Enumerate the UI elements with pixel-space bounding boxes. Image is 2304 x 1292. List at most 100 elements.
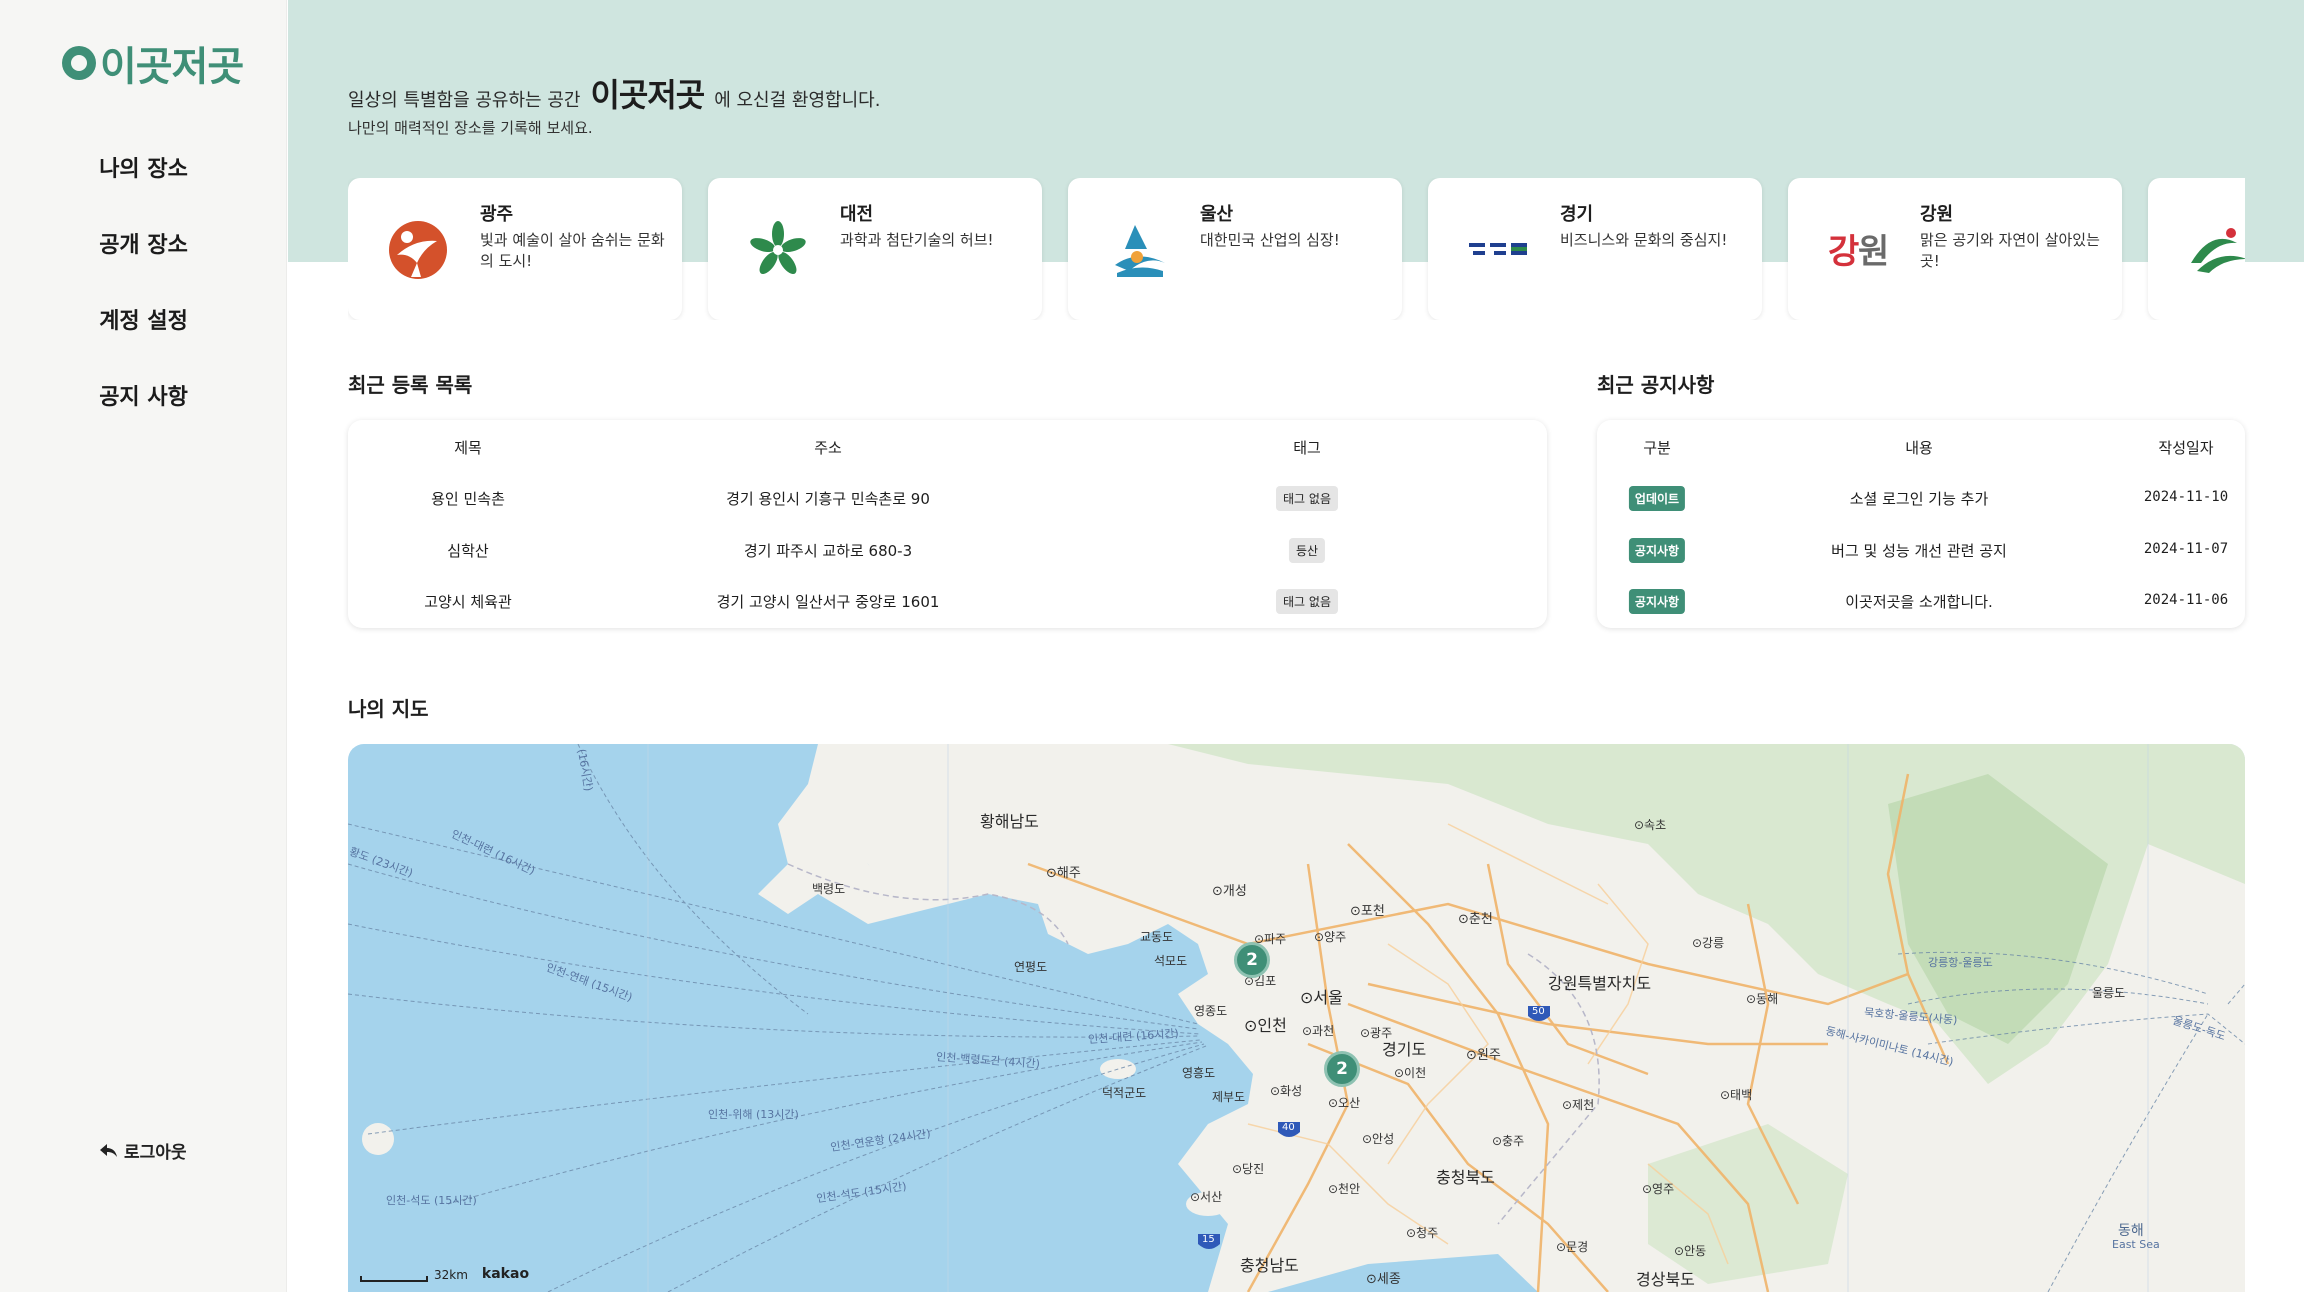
map-label-jebu: 제부도 <box>1212 1090 1246 1104</box>
map-label-sejong: ⊙세종 <box>1366 1272 1401 1287</box>
map-cluster-marker[interactable]: 2 <box>1234 942 1270 978</box>
nav-account-settings[interactable]: 계정 설정 <box>0 302 287 378</box>
region-card-next[interactable] <box>2148 178 2245 320</box>
map-label-jecheon: ⊙제천 <box>1562 1098 1595 1112</box>
map-label-chungju: ⊙충주 <box>1492 1134 1525 1148</box>
region-card-gwangju[interactable]: 광주 빛과 예술이 살아 숨쉬는 문화의 도시! <box>348 178 682 320</box>
map-route-label: 인천-위해 (13시간) <box>708 1108 799 1121</box>
recent-list-title: 최근 등록 목록 <box>348 373 473 397</box>
map-label-gangneung: ⊙강릉 <box>1692 936 1725 950</box>
notice-3-content[interactable]: 이곳저곳을 소개합니다. <box>1845 591 1993 612</box>
map-label-gaeseong: ⊙개성 <box>1212 884 1247 899</box>
region-name: 경기 <box>1560 204 1594 225</box>
row-1-title[interactable]: 용인 민속촌 <box>431 488 505 509</box>
welcome-subtitle: 나만의 매력적인 장소를 기록해 보세요. <box>348 119 593 137</box>
map-label-east-sea-en: East Sea <box>2112 1238 2160 1251</box>
map-label-chungnam: 충청남도 <box>1240 1256 1299 1275</box>
notice-2-content[interactable]: 버그 및 성능 개선 관련 공지 <box>1831 540 2007 561</box>
map-label-icheon: ⊙이천 <box>1394 1066 1427 1080</box>
map-label-deokjeok: 덕적군도 <box>1102 1086 1147 1100</box>
gangwon-emblem-icon: 강원 <box>1826 218 1890 282</box>
col-header-type: 구분 <box>1643 439 1671 457</box>
row-3-title[interactable]: 고양시 체육관 <box>424 591 512 612</box>
svg-text:강: 강 <box>1828 232 1859 272</box>
daejeon-emblem-icon <box>746 218 810 282</box>
map-label-chuncheon: ⊙춘천 <box>1458 912 1493 927</box>
region-name: 울산 <box>1200 204 1234 225</box>
map-label-dangjin: ⊙당진 <box>1232 1162 1265 1176</box>
region-name: 강원 <box>1920 204 1954 225</box>
notice-1-type: 업데이트 <box>1628 486 1686 511</box>
notices-table: 구분 내용 작성일자 업데이트 소셜 로그인 기능 추가 2024-11-10 … <box>1597 420 2245 628</box>
gyeonggi-emblem-icon <box>1466 218 1530 282</box>
map-cluster-marker[interactable]: 2 <box>1324 1051 1360 1087</box>
map-label-incheon: ⊙인천 <box>1244 1016 1287 1035</box>
map-label-osan: ⊙오산 <box>1328 1096 1361 1110</box>
tag-chip: 등산 <box>1288 538 1326 563</box>
map-label-seosan: ⊙서산 <box>1190 1190 1223 1204</box>
row-3-address: 경기 고양시 일산서구 중앙로 1601 <box>716 593 940 611</box>
map-label-ulleung: 울릉도 <box>2092 986 2126 1000</box>
region-card-gyeonggi[interactable]: 경기 비즈니스와 문화의 중심지! <box>1428 178 1762 320</box>
map-label-sokcho: ⊙속초 <box>1634 818 1667 832</box>
region-desc: 비즈니스와 문화의 중심지! <box>1560 231 1728 249</box>
map-label-anseong: ⊙안성 <box>1362 1132 1395 1146</box>
map-label-gyeonggi: 경기도 <box>1382 1040 1427 1059</box>
tag-chip: 태그 없음 <box>1276 589 1338 614</box>
tag-chip: 태그 없음 <box>1276 486 1338 511</box>
map-label-seoul: ⊙서울 <box>1300 988 1343 1007</box>
map-label-donghae: ⊙동해 <box>1746 992 1779 1006</box>
welcome-prefix: 일상의 특별함을 공유하는 공간 <box>348 90 581 111</box>
map-label-andong: ⊙안동 <box>1674 1244 1707 1258</box>
nav-my-places[interactable]: 나의 장소 <box>0 150 287 226</box>
map-label-cheonan: ⊙천안 <box>1328 1182 1361 1196</box>
region-card-gangwon[interactable]: 강원 강원 맑은 공기와 자연이 살아있는 곳! <box>1788 178 2122 320</box>
col-header-content: 내용 <box>1905 439 1933 457</box>
region-name: 대전 <box>840 204 874 225</box>
notice-badge: 공지사항 <box>1628 538 1686 563</box>
row-1-tag: 태그 없음 <box>1276 486 1338 511</box>
notice-1-content[interactable]: 소셜 로그인 기능 추가 <box>1850 488 1989 509</box>
map-label-yeongju: ⊙영주 <box>1642 1182 1675 1196</box>
map-base-layer <box>348 744 2245 1292</box>
jeonnam-emblem-icon <box>2186 218 2245 282</box>
my-map-title: 나의 지도 <box>348 697 429 721</box>
notice-2-date: 2024-11-07 <box>2143 541 2229 557</box>
app-logo[interactable]: 이곳저곳 <box>62 34 244 92</box>
nav-public-places[interactable]: 공개 장소 <box>0 226 287 302</box>
region-desc: 맑은 공기와 자연이 살아있는 곳! <box>1920 231 2100 270</box>
logo-mark-icon <box>62 46 96 80</box>
gwangju-emblem-icon <box>386 218 450 282</box>
map-label-yangju: ⊙양주 <box>1314 930 1347 944</box>
welcome-message: 일상의 특별함을 공유하는 공간 이곳저곳 에 오신걸 환영합니다. <box>348 70 880 116</box>
notice-3-type: 공지사항 <box>1628 589 1686 614</box>
reply-arrow-icon <box>100 1143 117 1157</box>
highway-50-label: 50 <box>1532 1006 1545 1017</box>
region-name: 광주 <box>480 204 514 225</box>
map-label-east-sea: 동해 <box>2118 1223 2144 1239</box>
map-label-baengnyeong: 백령도 <box>812 882 846 896</box>
logout-button[interactable]: 로그아웃 <box>100 1138 187 1163</box>
svg-text:원: 원 <box>1858 232 1889 272</box>
map-label-yeongheung: 영흥도 <box>1182 1066 1216 1080</box>
logo-text: 이곳저곳 <box>100 44 244 90</box>
region-carousel: 광주 빛과 예술이 살아 숨쉬는 문화의 도시! 대전 과학과 첨단기술의 허브… <box>348 178 2245 320</box>
row-2-title[interactable]: 심학산 <box>447 540 488 561</box>
region-desc: 대한민국 산업의 심장! <box>1200 231 1340 249</box>
highway-40-label: 40 <box>1282 1122 1295 1133</box>
my-map[interactable]: 50 40 15 황해남도 ⊙해주 ⊙개성 백령도 ⊙포천 ⊙춘천 교동도 석모… <box>348 744 2245 1292</box>
map-label-hwanghae: 황해남도 <box>980 812 1039 831</box>
col-header-tag: 태그 <box>1293 439 1321 457</box>
notice-1-date: 2024-11-10 <box>2143 489 2229 505</box>
map-label-yeongjong: 영종도 <box>1194 1004 1228 1018</box>
map-label-pocheon: ⊙포천 <box>1350 904 1385 919</box>
main-nav: 나의 장소 공개 장소 계정 설정 공지 사항 <box>0 150 287 454</box>
nav-notices[interactable]: 공지 사항 <box>0 378 287 454</box>
region-card-ulsan[interactable]: 울산 대한민국 산업의 심장! <box>1068 178 1402 320</box>
map-label-taebaek: ⊙태백 <box>1720 1088 1753 1102</box>
map-label-cheongju: ⊙청주 <box>1406 1226 1439 1240</box>
region-card-daejeon[interactable]: 대전 과학과 첨단기술의 허브! <box>708 178 1042 320</box>
map-label-yeonpyeong: 연평도 <box>1014 960 1048 974</box>
recent-list-table: 제목 주소 태그 용인 민속촌 경기 용인시 기흥구 민속촌로 90 태그 없음… <box>348 420 1547 628</box>
region-desc: 과학과 첨단기술의 허브! <box>840 231 994 249</box>
